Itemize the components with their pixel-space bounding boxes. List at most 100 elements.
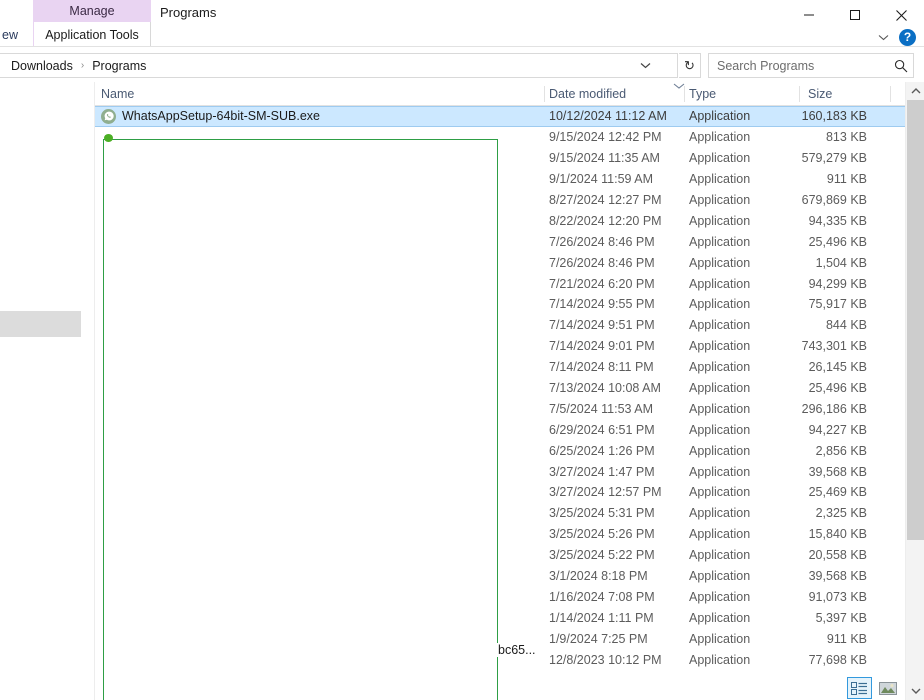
file-date-cell: 3/25/2024 5:31 PM <box>549 506 655 521</box>
view-mode-buttons <box>847 676 903 700</box>
tab-application-tools[interactable]: Application Tools <box>33 22 151 47</box>
file-size-cell: 2,325 KB <box>815 506 867 521</box>
file-date-cell: 9/15/2024 11:35 AM <box>549 151 660 166</box>
file-size-cell: 20,558 KB <box>808 548 867 563</box>
search-input[interactable]: Search Programs <box>709 59 889 73</box>
file-size-cell: 579,279 KB <box>801 151 867 166</box>
tab-view[interactable]: ew <box>0 22 26 47</box>
file-size-cell: 94,299 KB <box>808 276 867 291</box>
scroll-down-button[interactable] <box>906 682 924 700</box>
file-date-cell: 8/22/2024 12:20 PM <box>549 213 662 228</box>
scroll-up-button[interactable] <box>906 82 924 100</box>
file-size-cell: 5,397 KB <box>815 610 867 625</box>
file-date-cell: 3/25/2024 5:22 PM <box>549 548 655 563</box>
file-date-cell: 7/5/2024 11:53 AM <box>549 401 654 416</box>
file-size-cell: 813 KB <box>825 130 867 145</box>
file-date-cell: 10/12/2024 11:12 AM <box>549 109 667 124</box>
file-date-cell: 7/14/2024 9:55 PM <box>549 297 655 312</box>
details-view-button[interactable] <box>847 677 872 699</box>
chevron-down-icon <box>878 34 888 40</box>
file-date-cell: 6/25/2024 1:26 PM <box>549 443 655 458</box>
address-dropdown-button[interactable] <box>635 54 655 77</box>
column-divider-2[interactable] <box>684 86 685 102</box>
file-date-cell: 3/27/2024 12:57 PM <box>549 485 662 500</box>
search-box[interactable]: Search Programs <box>708 53 914 78</box>
file-size-cell: 296,186 KB <box>801 401 867 416</box>
file-date-cell: 7/26/2024 8:46 PM <box>549 234 655 249</box>
file-name-label: WhatsAppSetup-64bit-SM-SUB.exe <box>122 109 321 124</box>
file-name-cell: WhatsAppSetup-64bit-SM-SUB.exe <box>101 107 541 126</box>
file-date-cell: 7/26/2024 8:46 PM <box>549 255 655 270</box>
chevron-up-icon <box>911 88 920 94</box>
column-divider-3[interactable] <box>799 86 800 102</box>
column-divider-4[interactable] <box>890 86 891 102</box>
scrollbar-thumb[interactable] <box>907 100 924 540</box>
tab-manage[interactable]: Manage <box>33 0 151 22</box>
file-size-cell: 1,504 KB <box>815 255 867 270</box>
large-icons-view-button[interactable] <box>875 677 900 699</box>
file-size-cell: 25,496 KB <box>808 381 867 396</box>
file-size-cell: 15,840 KB <box>808 527 867 542</box>
file-size-cell: 911 KB <box>826 172 867 187</box>
file-size-cell: 39,568 KB <box>808 569 867 584</box>
address-bar[interactable]: Downloads › Programs <box>0 53 678 78</box>
file-size-cell: 94,335 KB <box>808 213 867 228</box>
minimize-icon <box>804 14 814 16</box>
file-date-cell: 9/1/2024 11:59 AM <box>549 172 654 187</box>
file-size-cell: 679,869 KB <box>801 193 867 207</box>
minimize-button[interactable] <box>786 0 832 30</box>
file-date-cell: 1/9/2024 7:25 PM <box>549 631 648 646</box>
address-bar-row: Downloads › Programs ↻ Search Programs <box>0 53 924 78</box>
close-icon <box>895 9 907 21</box>
file-size-cell: 911 KB <box>826 631 867 646</box>
chevron-down-icon <box>911 688 920 694</box>
breadcrumb-downloads[interactable]: Downloads <box>9 54 75 77</box>
file-date-cell: 7/14/2024 9:51 PM <box>549 318 655 333</box>
ribbon-collapse-button[interactable] <box>875 29 891 45</box>
overlay-panel <box>103 139 498 700</box>
file-size-cell: 2,856 KB <box>815 443 867 458</box>
refresh-button[interactable]: ↻ <box>679 53 701 78</box>
file-date-cell: 8/27/2024 12:27 PM <box>549 193 662 207</box>
large-icons-view-icon <box>878 681 897 695</box>
ribbon-divider <box>0 46 924 47</box>
file-size-cell: 25,496 KB <box>808 234 867 249</box>
column-divider-1[interactable] <box>544 86 545 102</box>
table-row[interactable]: WhatsAppSetup-64bit-SM-SUB.exe 10/12/2024… <box>95 106 905 127</box>
file-date-cell: 3/1/2024 8:18 PM <box>549 569 648 584</box>
breadcrumb-separator: › <box>80 60 85 71</box>
file-size-cell: 743,301 KB <box>801 339 867 354</box>
file-size-cell: 160,183 KB <box>801 109 867 124</box>
file-size-cell: 844 KB <box>825 318 867 333</box>
file-date-cell: 7/14/2024 8:11 PM <box>549 360 654 375</box>
file-date-cell: 6/29/2024 6:51 PM <box>549 422 655 437</box>
whatsapp-icon <box>101 108 116 124</box>
maximize-icon <box>850 10 860 20</box>
overlay-truncated-label: bc65... <box>497 643 536 657</box>
vertical-scrollbar[interactable] <box>905 82 924 700</box>
file-size-cell: 77,698 KB <box>808 652 867 667</box>
navigation-pane: 3 <box>0 82 95 700</box>
window-title: Programs <box>160 4 217 20</box>
file-date-cell: 1/16/2024 7:08 PM <box>549 589 655 604</box>
column-header-row: Name Date modified Type Size <box>95 82 905 106</box>
file-size-cell: 91,073 KB <box>808 589 867 604</box>
nav-pane-highlight-block[interactable] <box>0 311 81 337</box>
file-date-cell: 1/14/2024 1:11 PM <box>549 610 654 625</box>
column-header-size[interactable]: Size <box>808 82 898 106</box>
file-size-cell: 39,568 KB <box>808 464 867 479</box>
help-button[interactable]: ? <box>899 28 916 46</box>
search-icon[interactable] <box>889 59 913 73</box>
column-header-type[interactable]: Type <box>689 82 799 106</box>
file-size-cell: 26,145 KB <box>808 360 867 375</box>
file-date-cell: 3/25/2024 5:26 PM <box>549 527 655 542</box>
file-date-cell: 7/13/2024 10:08 AM <box>549 381 661 396</box>
file-explorer-window: ew Manage Application Tools Programs ? D… <box>0 0 924 700</box>
file-size-cell: 25,469 KB <box>808 485 867 500</box>
overlay-anchor-dot <box>104 134 113 142</box>
column-header-date-modified[interactable]: Date modified <box>549 82 689 106</box>
file-size-cell: 75,917 KB <box>808 297 867 312</box>
file-date-cell: 7/21/2024 6:20 PM <box>549 276 655 291</box>
breadcrumb-programs[interactable]: Programs <box>90 54 148 77</box>
column-header-name[interactable]: Name <box>101 82 541 106</box>
